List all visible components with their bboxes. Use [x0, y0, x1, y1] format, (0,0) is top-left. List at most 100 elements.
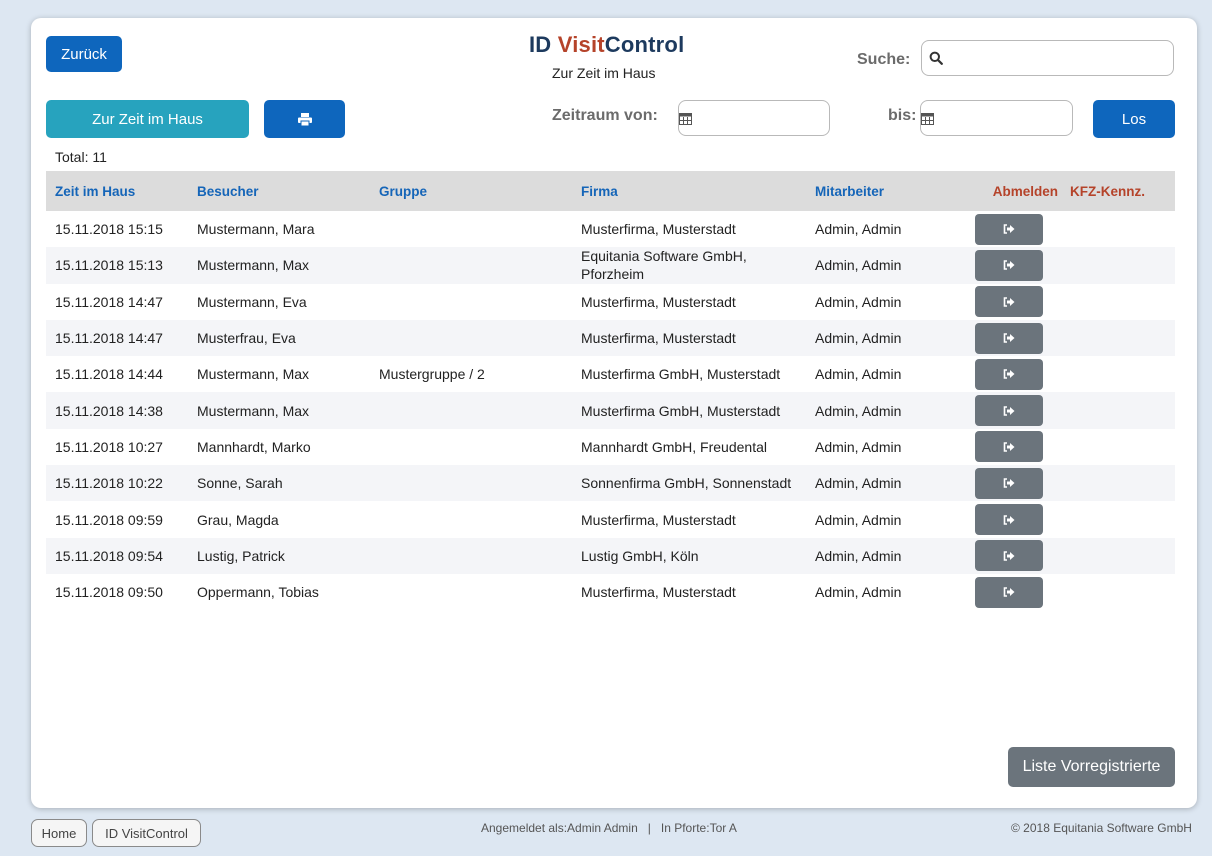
column-header-logout: Abmelden: [992, 183, 1058, 199]
copyright: © 2018 Equitania Software GmbH: [1011, 821, 1192, 835]
cell-company: Mannhardt GmbH, Freudental: [581, 438, 767, 455]
cell-plate: [1064, 247, 1175, 283]
calendar-icon: [679, 101, 692, 135]
cell-logout: [954, 538, 1064, 574]
cell-company: Musterfirma, Musterstadt: [581, 293, 736, 310]
cell-employee: Admin, Admin: [815, 293, 902, 310]
present-now-button[interactable]: Zur Zeit im Haus: [46, 100, 249, 138]
sign-out-icon: [1003, 224, 1015, 234]
cell-logout: [954, 284, 1064, 320]
sign-out-icon: [1003, 405, 1015, 416]
cell-logout: [954, 465, 1064, 501]
app-tab[interactable]: ID VisitControl: [92, 819, 201, 847]
table-row: 15.11.2018 15:15 Mustermann, Mara Musterfi…: [46, 211, 1175, 247]
cell-logout: [954, 247, 1064, 283]
cell-group: [370, 392, 572, 428]
cell-time: 15.11.2018 09:59: [55, 511, 163, 528]
logout-button[interactable]: [975, 358, 1043, 390]
cell-group: Mustergruppe / 2: [379, 366, 485, 383]
cell-company: Musterfirma, Musterstadt: [581, 511, 736, 528]
table-row: 15.11.2018 09:50 Oppermann, Tobias Musterf…: [46, 574, 1175, 610]
cell-plate: [1064, 356, 1175, 392]
column-header-time[interactable]: Zeit im Haus: [46, 171, 188, 211]
cell-employee: Admin, Admin: [815, 511, 902, 528]
date-from-field[interactable]: [678, 100, 885, 136]
cell-logout: [954, 320, 1064, 356]
login-info: Angemeldet als:Admin Admin | In Pforte:T…: [481, 821, 737, 835]
cell-visitor: Grau, Magda: [197, 511, 279, 528]
column-header-company[interactable]: Firma: [572, 171, 806, 211]
cell-time: 15.11.2018 09:54: [55, 547, 163, 564]
logout-button[interactable]: [975, 249, 1043, 281]
sign-out-icon: [1003, 587, 1015, 597]
cell-plate: [1064, 320, 1175, 356]
calendar-icon: [921, 101, 934, 135]
cell-plate: [1064, 392, 1175, 428]
cell-plate: [1064, 574, 1175, 610]
cell-company: Musterfirma, Musterstadt: [581, 221, 736, 238]
table-row: 15.11.2018 10:27 Mannhardt, Marko Mannhard…: [46, 429, 1175, 465]
logout-button[interactable]: [975, 467, 1043, 499]
cell-time: 15.11.2018 10:27: [55, 438, 163, 455]
date-to-field[interactable]: [920, 100, 1127, 136]
logout-button[interactable]: [975, 540, 1043, 572]
cell-visitor: Mustermann, Max: [197, 402, 310, 419]
sign-out-icon: [1003, 333, 1015, 343]
table-row: 15.11.2018 15:13 Mustermann, Max Equitania…: [46, 247, 1175, 284]
cell-time: 15.11.2018 14:47: [55, 330, 163, 347]
logout-button[interactable]: [975, 322, 1043, 354]
search-field[interactable]: [921, 40, 1174, 76]
date-from-input[interactable]: [692, 101, 885, 135]
cell-group: [370, 429, 572, 465]
logout-button[interactable]: [975, 576, 1043, 608]
cell-employee: Admin, Admin: [815, 221, 902, 238]
search-label: Suche:: [857, 51, 911, 68]
cell-time: 15.11.2018 14:38: [55, 402, 163, 419]
logout-button[interactable]: [975, 504, 1043, 536]
cell-time: 15.11.2018 15:15: [55, 221, 163, 238]
cell-group: [370, 501, 572, 537]
table-row: 15.11.2018 10:22 Sonne, Sarah Sonnenfirma …: [46, 465, 1175, 502]
cell-employee: Admin, Admin: [815, 475, 902, 492]
home-tab[interactable]: Home: [31, 819, 87, 847]
cell-group: [370, 247, 572, 283]
cell-time: 15.11.2018 14:44: [55, 366, 163, 383]
sign-out-icon: [1003, 260, 1015, 271]
cell-employee: Admin, Admin: [815, 547, 902, 564]
preregistered-list-button[interactable]: Liste Vorregistrierte: [1008, 747, 1175, 787]
logout-button[interactable]: [975, 213, 1043, 245]
go-button[interactable]: Los: [1093, 100, 1175, 138]
cell-visitor: Musterfrau, Eva: [197, 330, 296, 347]
printer-icon: [297, 112, 312, 126]
logout-button[interactable]: [975, 431, 1043, 463]
logout-button[interactable]: [975, 286, 1043, 318]
column-header-visitor[interactable]: Besucher: [188, 171, 370, 211]
cell-visitor: Oppermann, Tobias: [197, 584, 319, 601]
cell-visitor: Mustermann, Max: [197, 257, 310, 274]
column-header-group[interactable]: Gruppe: [370, 171, 572, 211]
date-to-label: bis:: [888, 107, 917, 124]
sign-out-icon: [1003, 442, 1015, 452]
table-header-row: Zeit im Haus Besucher Gruppe Firma Mitar…: [46, 171, 1175, 211]
print-button[interactable]: [264, 100, 345, 138]
cell-employee: Admin, Admin: [815, 330, 902, 347]
cell-employee: Admin, Admin: [815, 366, 902, 383]
cell-group: [370, 320, 572, 356]
cell-plate: [1064, 501, 1175, 537]
cell-plate: [1064, 211, 1175, 247]
cell-employee: Admin, Admin: [815, 438, 902, 455]
cell-time: 15.11.2018 14:47: [55, 293, 163, 310]
column-header-plate: KFZ-Kennz.: [1070, 183, 1145, 199]
cell-visitor: Mustermann, Max: [197, 366, 310, 383]
cell-employee: Admin, Admin: [815, 402, 902, 419]
search-input[interactable]: [950, 41, 1173, 75]
cell-logout: [954, 356, 1064, 392]
app-logo: ID VisitControl: [529, 32, 685, 57]
table-row: 15.11.2018 14:47 Musterfrau, Eva Musterfir…: [46, 319, 1175, 357]
back-button[interactable]: Zurück: [46, 36, 122, 72]
logout-button[interactable]: [975, 395, 1043, 427]
sign-out-icon: [1003, 296, 1015, 307]
cell-group: [370, 465, 572, 501]
cell-company: Musterfirma GmbH, Musterstadt: [581, 366, 781, 383]
column-header-employee[interactable]: Mitarbeiter: [806, 171, 954, 211]
